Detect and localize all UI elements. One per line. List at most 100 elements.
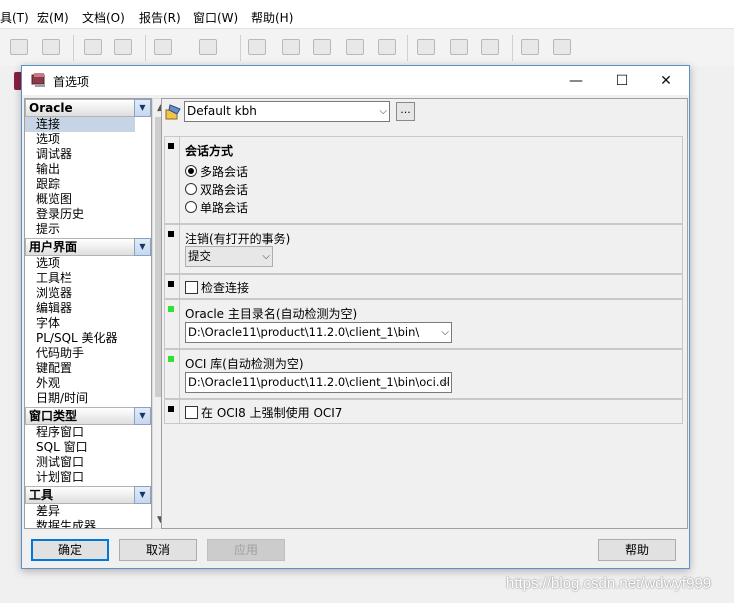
divider [179,350,180,398]
divider [179,137,180,223]
tree-item-date-time[interactable]: 日期/时间 [25,391,135,406]
dialog-titlebar[interactable]: 首选项 — ☐ ✕ [22,66,689,95]
radio-multi-session[interactable]: 多路会话 [185,163,248,179]
radio-dual-session[interactable]: 双路会话 [185,181,248,197]
category-oracle[interactable]: Oracle ▼ [25,99,151,117]
tree-item-overview[interactable]: 概览图 [25,192,135,207]
section-marker [168,231,174,237]
apply-button[interactable]: 应用 [207,539,285,561]
session-mode-section: 会话方式 多路会话 双路会话 单路会话 [164,136,683,224]
help-button[interactable]: 帮助 [598,539,676,561]
collapse-icon[interactable]: ▼ [134,238,151,256]
minimize-icon: — [569,72,583,89]
uncomment-icon[interactable] [378,39,396,55]
indent-icon[interactable] [282,39,300,55]
logoff-title: 注销(有打开的事务) [185,232,291,246]
copy-icon[interactable] [10,39,28,55]
forward-icon[interactable] [199,39,217,55]
tree-item-connection[interactable]: 连接 [25,117,135,132]
category-label: 窗口类型 [29,409,78,423]
tool-icon[interactable] [481,39,499,55]
divider [179,400,180,423]
ok-button[interactable]: 确定 [31,539,109,561]
checkbox-label: 检查连接 [201,280,250,295]
tree-item-fonts[interactable]: 字体 [25,316,135,331]
minimize-button[interactable]: — [553,66,599,95]
grid-icon[interactable] [553,39,571,55]
tree-item-appearance[interactable]: 外观 [25,376,135,391]
oracle-home-select[interactable]: D:\Oracle11\product\11.2.0\client_1\bin\… [185,322,452,343]
section-marker [168,356,174,362]
tool-icon[interactable] [450,39,468,55]
category-user-interface[interactable]: 用户界面 ▼ [25,238,151,256]
section-marker [168,306,174,312]
tree-item-program-window[interactable]: 程序窗口 [25,425,135,440]
category-window-types[interactable]: 窗口类型 ▼ [25,407,151,425]
radio-icon [185,183,197,195]
tree-item-plan-window[interactable]: 计划窗口 [25,470,135,485]
logoff-select[interactable]: 提交 ⌵ [185,246,273,267]
app-toolbar [0,28,734,66]
tree-item-login-history[interactable]: 登录历史 [25,207,135,222]
radio-label: 单路会话 [200,200,249,215]
menu-window[interactable]: 窗口(W) [193,9,238,26]
unindent-icon[interactable] [313,39,331,55]
tree-item-sql-window[interactable]: SQL 窗口 [25,440,135,455]
tree-item-code-assistant[interactable]: 代码助手 [25,346,135,361]
force-oci7-checkbox[interactable]: 在 OCI8 上强制使用 OCI7 [185,404,342,420]
find-icon[interactable] [84,39,102,55]
radio-single-session[interactable]: 单路会话 [185,199,248,215]
section-marker [168,143,174,149]
tool-icon[interactable] [417,39,435,55]
category-label: Oracle [29,101,73,115]
replace-icon[interactable] [114,39,132,55]
menu-help[interactable]: 帮助(H) [251,9,293,26]
tree-item-editor[interactable]: 编辑器 [25,301,135,316]
radio-checked-icon [185,165,197,177]
tree-item-key-config[interactable]: 键配置 [25,361,135,376]
maximize-button[interactable]: ☐ [599,66,645,95]
tree-item-toolbar[interactable]: 工具栏 [25,271,135,286]
profile-value: Default kbh [187,104,257,118]
collapse-icon[interactable]: ▼ [134,486,151,504]
profile-icon [165,104,181,120]
tree-item-output[interactable]: 输出 [25,162,135,177]
tree-item-data-generator[interactable]: 数据生成器 [25,519,135,528]
window-icon[interactable] [521,39,539,55]
dialog-title: 首选项 [53,75,90,89]
tree-item-ui-options[interactable]: 选项 [25,256,135,271]
divider [179,300,180,348]
tree-item-test-window[interactable]: 测试窗口 [25,455,135,470]
oci-library-select[interactable]: D:\Oracle11\product\11.2.0\client_1\bin\… [185,372,452,393]
tree-item-trace[interactable]: 跟踪 [25,177,135,192]
chevron-down-icon: ⌵ [379,106,387,117]
back-icon[interactable] [154,39,172,55]
menu-reports[interactable]: 报告(R) [139,9,181,26]
radio-label: 多路会话 [200,164,249,179]
tree-item-hints[interactable]: 提示 [25,222,135,237]
oracle-home-title: Oracle 主目录名(自动检测为空) [185,307,358,321]
close-button[interactable]: ✕ [643,66,689,95]
menu-macro[interactable]: 宏(M) [37,9,69,26]
menu-documents[interactable]: 文档(O) [82,9,125,26]
profile-more-button[interactable]: ... [396,102,415,121]
collapse-icon[interactable]: ▼ [134,407,151,425]
category-tree: Oracle ▼ 连接 选项 调试器 输出 跟踪 概览图 登录历史 提示 用户界… [24,98,152,529]
paste-icon[interactable] [42,39,60,55]
category-tools[interactable]: 工具 ▼ [25,486,151,504]
profile-select[interactable]: Default kbh ⌵ [184,101,390,122]
tree-item-diff[interactable]: 差异 [25,504,135,519]
tree-item-browser[interactable]: 浏览器 [25,286,135,301]
bookmark-icon[interactable] [248,39,266,55]
collapse-icon[interactable]: ▼ [134,99,151,117]
tree-item-debugger[interactable]: 调试器 [25,147,135,162]
tree-item-beautifier[interactable]: PL/SQL 美化器 [25,331,135,346]
oci-library-value: D:\Oracle11\product\11.2.0\client_1\bin\… [188,375,452,389]
comment-icon[interactable] [346,39,364,55]
divider [179,225,180,273]
menu-tools[interactable]: 具(T) [0,9,29,26]
tree-item-options[interactable]: 选项 [25,132,135,147]
cancel-button[interactable]: 取消 [119,539,197,561]
session-mode-title: 会话方式 [185,144,234,158]
check-connection-checkbox[interactable]: 检查连接 [185,279,249,295]
